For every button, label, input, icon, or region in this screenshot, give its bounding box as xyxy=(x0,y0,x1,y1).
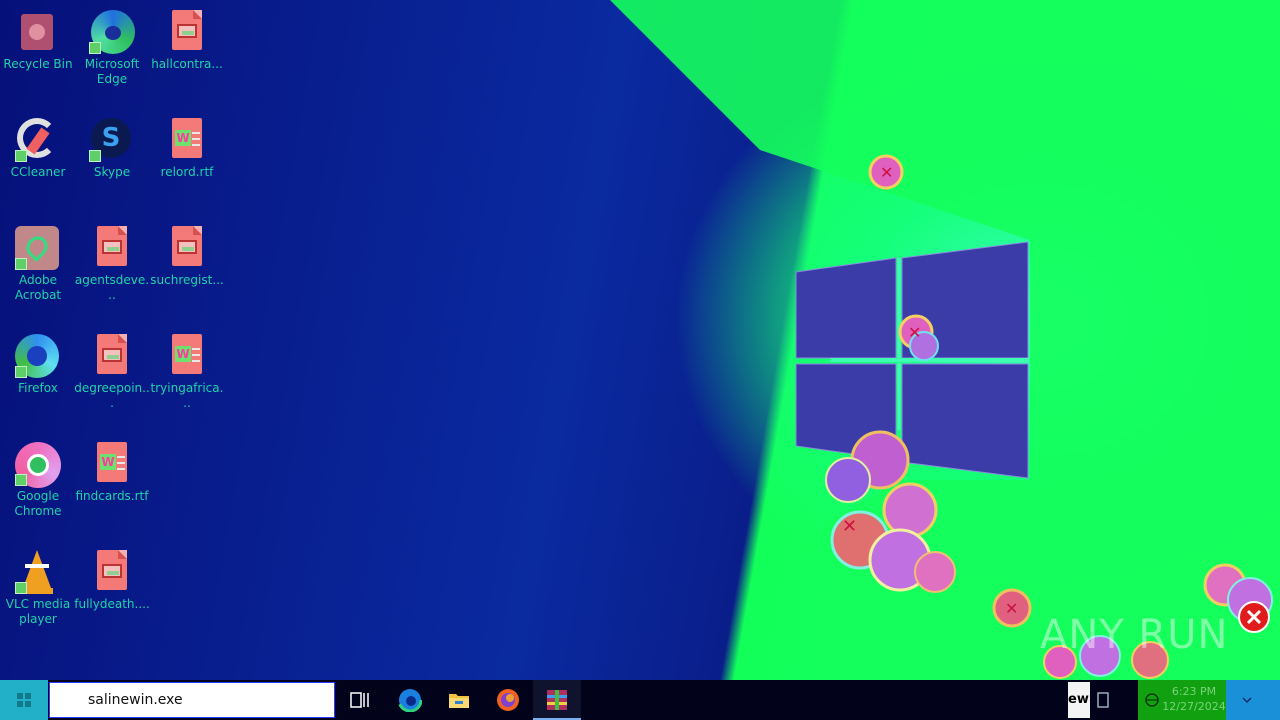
clock-time: 6:23 PM xyxy=(1171,685,1217,698)
winrar-icon xyxy=(547,690,567,710)
desktop-icon-adobe-acrobat[interactable]: Adobe Acrobat xyxy=(0,216,76,316)
desktop-icon-label: degreepoin... xyxy=(74,381,150,410)
desktop-icon-label: relord.rtf xyxy=(160,165,214,179)
taskbar-edge-button[interactable] xyxy=(386,680,434,720)
search-box[interactable]: salinewin.exe xyxy=(49,682,335,718)
shortcut-arrow-icon xyxy=(89,150,101,162)
recycle-bin-icon xyxy=(15,10,59,54)
rtf-file-icon: W xyxy=(164,118,208,162)
file-explorer-icon xyxy=(449,694,469,708)
desktop-icon-tryingafrica[interactable]: W tryingafrica... xyxy=(149,324,225,424)
image-file-icon xyxy=(164,226,208,270)
desktop-icon-label: findcards.rtf xyxy=(75,489,149,503)
desktop-icon-hallcontra[interactable]: hallcontra... xyxy=(149,0,225,100)
notification-button[interactable] xyxy=(1226,680,1280,720)
search-input[interactable]: salinewin.exe xyxy=(88,692,183,708)
tray-app-button[interactable]: ewi xyxy=(1068,682,1090,718)
desktop-icon-vlc[interactable]: VLC media player xyxy=(0,540,76,640)
image-file-icon xyxy=(164,10,208,54)
desktop-icon-firefox[interactable]: Firefox xyxy=(0,324,76,424)
desktop-icon-label: CCleaner xyxy=(10,165,66,179)
desktop-icon-degreepoin[interactable]: degreepoin... xyxy=(74,324,150,424)
taskbar: salinewin.exe ew 6:23 PM 12/27/2024 xyxy=(0,680,1280,720)
svg-text:✕: ✕ xyxy=(1005,599,1018,618)
shortcut-arrow-icon xyxy=(15,150,27,162)
rtf-file-icon: W xyxy=(164,334,208,378)
acrobat-icon xyxy=(15,226,59,270)
chrome-icon xyxy=(15,442,61,488)
shortcut-arrow-icon xyxy=(15,366,27,378)
desktop-icon-label: Microsoft Edge xyxy=(84,57,140,86)
vlc-icon xyxy=(15,550,59,594)
error-close-icon xyxy=(1238,601,1270,633)
skype-icon: S xyxy=(89,118,133,162)
taskbar-firefox-button[interactable] xyxy=(484,680,532,720)
windows-logo-icon xyxy=(17,693,31,707)
image-file-icon xyxy=(89,334,133,378)
desktop-icon-fullydeath[interactable]: fullydeath.... xyxy=(74,540,150,640)
desktop-icon-microsoft-edge[interactable]: Microsoft Edge xyxy=(74,0,150,100)
desktop-icon-google-chrome[interactable]: Google Chrome xyxy=(0,432,76,532)
desktop-icon-ccleaner[interactable]: CCleaner xyxy=(0,108,76,208)
desktop-icon-label: Firefox xyxy=(18,381,58,395)
desktop-icon-agentsdeve[interactable]: agentsdeve... xyxy=(74,216,150,316)
svg-text:✕: ✕ xyxy=(908,323,921,342)
shortcut-arrow-icon xyxy=(15,582,27,594)
desktop-icon-findcards-rtf[interactable]: W findcards.rtf xyxy=(74,432,150,532)
desktop-icon-label: tryingafrica... xyxy=(150,381,224,410)
desktop-icon-label: Recycle Bin xyxy=(3,57,73,71)
chevron-down-icon xyxy=(1242,697,1252,704)
desktop-icon-label: Adobe Acrobat xyxy=(14,273,62,302)
tray-app-icon[interactable] xyxy=(1096,692,1110,708)
firefox-icon xyxy=(15,334,59,378)
firefox-icon xyxy=(497,689,519,711)
edge-icon xyxy=(398,688,422,712)
rtf-file-icon: W xyxy=(89,442,133,486)
network-icon[interactable] xyxy=(1144,692,1160,708)
taskbar-winrar-button[interactable] xyxy=(533,680,581,720)
desktop-icon-label: fullydeath.... xyxy=(74,597,150,611)
svg-text:✕: ✕ xyxy=(880,163,893,182)
shortcut-arrow-icon xyxy=(15,258,27,270)
taskbar-file-explorer-button[interactable] xyxy=(435,680,483,720)
image-file-icon xyxy=(89,550,133,594)
desktop: ✕ ✕ ✕ ✕ Recycle Bin Microsoft Edge hallc… xyxy=(0,0,1280,680)
desktop-icon-label: Skype xyxy=(93,165,131,179)
clock[interactable]: 6:23 PM 12/27/2024 xyxy=(1162,684,1226,714)
desktop-icon-recycle-bin[interactable]: Recycle Bin xyxy=(0,0,76,100)
image-file-icon xyxy=(89,226,133,270)
watermark: ANY RUN xyxy=(1040,612,1229,658)
task-view-button[interactable] xyxy=(336,680,384,720)
desktop-icon-label: agentsdeve... xyxy=(74,273,150,302)
task-view-icon xyxy=(350,692,369,708)
desktop-icon-skype[interactable]: S Skype xyxy=(74,108,150,208)
desktop-icon-label: VLC media player xyxy=(5,597,71,626)
shortcut-arrow-icon xyxy=(89,42,101,54)
start-button[interactable] xyxy=(0,680,48,720)
svg-text:✕: ✕ xyxy=(842,516,857,537)
desktop-icon-suchregist[interactable]: suchregist... xyxy=(149,216,225,316)
desktop-icon-label: suchregist... xyxy=(150,273,224,287)
shortcut-arrow-icon xyxy=(15,474,27,486)
desktop-icon-relord-rtf[interactable]: W relord.rtf xyxy=(149,108,225,208)
clock-date: 12/27/2024 xyxy=(1162,700,1226,713)
ccleaner-icon xyxy=(15,118,59,162)
edge-icon xyxy=(89,10,135,54)
desktop-icon-label: Google Chrome xyxy=(14,489,62,518)
desktop-icon-label: hallcontra... xyxy=(151,57,223,71)
